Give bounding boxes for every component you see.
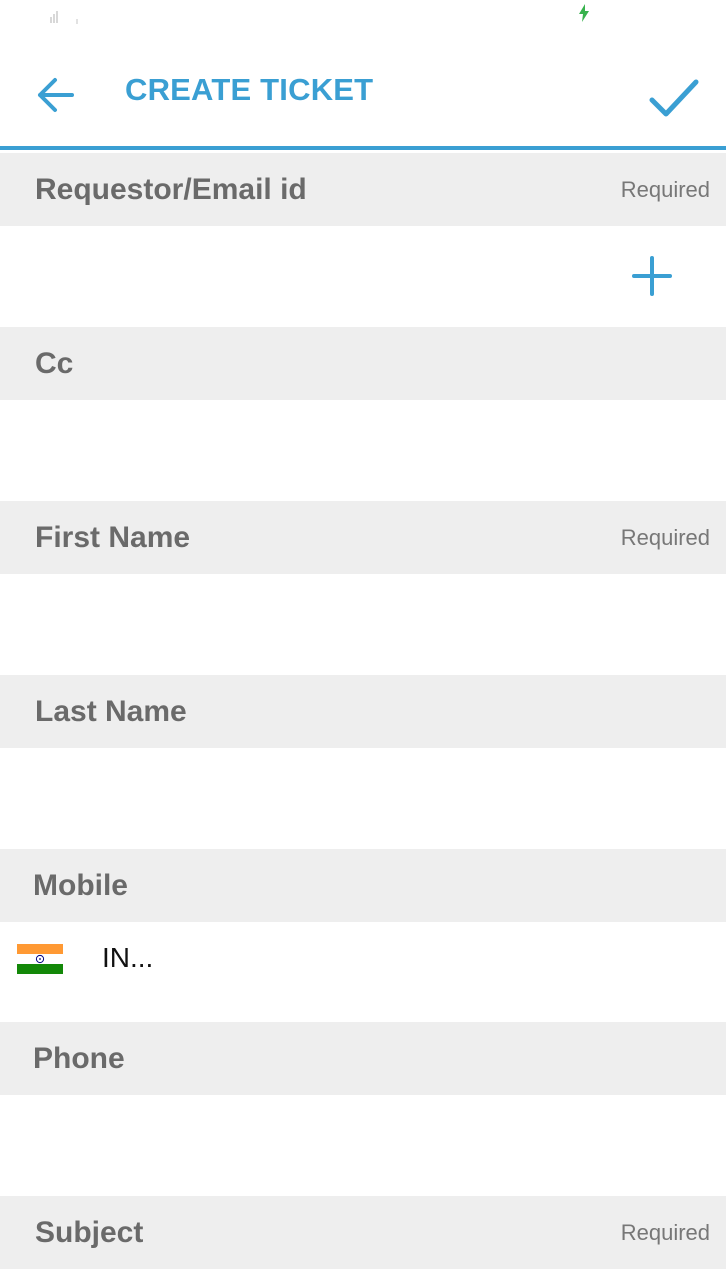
plus-icon[interactable] [632, 256, 672, 296]
create-ticket-screen: CREATE TICKET Requestor/Email id Require… [0, 0, 726, 1280]
last-name-field-row [0, 748, 726, 849]
cc-section-header: Cc [0, 327, 726, 400]
last-name-input[interactable] [0, 748, 726, 849]
check-icon[interactable] [644, 72, 704, 122]
india-flag-icon[interactable] [17, 944, 63, 974]
phone-input[interactable] [0, 1095, 726, 1196]
back-arrow-icon[interactable] [30, 72, 82, 118]
requestor-section-header: Requestor/Email id Required [0, 153, 726, 226]
first-name-section-header: First Name Required [0, 501, 726, 574]
subject-section-header: Subject Required [0, 1196, 726, 1269]
mobile-label: Mobile [33, 868, 128, 902]
first-name-input[interactable] [0, 574, 726, 675]
phone-section-header: Phone [0, 1022, 726, 1095]
cc-field-row [0, 400, 726, 501]
last-name-section-header: Last Name [0, 675, 726, 748]
requestor-label: Requestor/Email id [35, 172, 307, 206]
charging-icon [579, 4, 589, 22]
requestor-field-row [0, 226, 726, 327]
phone-label: Phone [33, 1041, 125, 1075]
last-name-label: Last Name [35, 694, 187, 728]
first-name-field-row [0, 574, 726, 675]
cc-input[interactable] [0, 400, 726, 501]
status-bar [0, 0, 726, 36]
subject-required-tag: Required [620, 1219, 710, 1245]
cc-label: Cc [35, 346, 74, 380]
requestor-required-tag: Required [620, 176, 710, 202]
page-title: CREATE TICKET [125, 72, 374, 107]
subject-label: Subject [35, 1215, 144, 1249]
mobile-section-header: Mobile [0, 849, 726, 922]
country-code-selector[interactable]: IN... [102, 942, 153, 974]
first-name-label: First Name [35, 520, 191, 554]
phone-field-row [0, 1095, 726, 1196]
first-name-required-tag: Required [620, 524, 710, 550]
mobile-field-row: IN... [0, 922, 726, 1023]
app-bar: CREATE TICKET [0, 36, 726, 150]
signal-icon [50, 11, 78, 24]
requestor-email-input[interactable] [0, 226, 726, 327]
